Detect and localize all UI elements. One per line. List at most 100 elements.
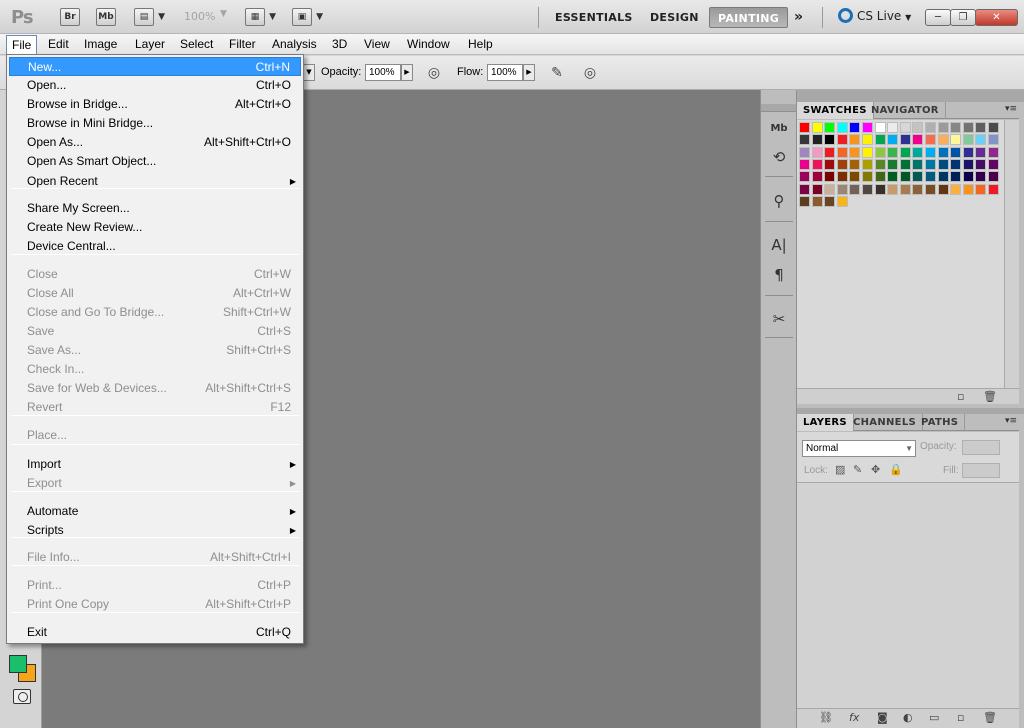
color-swatch[interactable]: [836, 134, 848, 146]
color-swatch[interactable]: [887, 122, 899, 133]
color-swatch[interactable]: [887, 158, 899, 170]
color-swatch[interactable]: [874, 146, 886, 158]
menu-item-device-central[interactable]: Device Central...: [9, 237, 301, 256]
minimize-button[interactable]: ─: [925, 9, 951, 26]
color-swatch[interactable]: [862, 183, 873, 195]
flow-slider-arrow[interactable]: ▶: [523, 64, 535, 81]
lock-position-icon[interactable]: ✥: [871, 463, 880, 476]
color-swatch[interactable]: [836, 158, 848, 170]
color-swatch[interactable]: [862, 171, 873, 183]
color-swatch[interactable]: [950, 171, 962, 183]
color-swatch[interactable]: [824, 171, 836, 183]
color-swatch[interactable]: [950, 183, 962, 195]
menu-item-automate[interactable]: Automate ▶: [9, 502, 301, 521]
lock-image-icon[interactable]: ✎: [853, 463, 862, 476]
color-swatch[interactable]: [988, 146, 999, 158]
tab-channels[interactable]: CHANNELS: [847, 414, 923, 431]
menu-item-open-as-smart-object[interactable]: Open As Smart Object...: [9, 152, 301, 171]
tab-layers[interactable]: LAYERS: [797, 414, 854, 431]
zoom-level[interactable]: 100%: [184, 10, 215, 23]
color-swatch[interactable]: [799, 122, 810, 133]
color-swatch[interactable]: [925, 134, 936, 146]
color-swatch[interactable]: [799, 183, 810, 195]
color-swatch[interactable]: [836, 195, 848, 207]
tablet-pressure-opacity-icon[interactable]: ◎: [424, 63, 444, 83]
color-swatch[interactable]: [836, 146, 848, 158]
dock-grip[interactable]: [761, 104, 797, 112]
trash-icon[interactable]: 🗑: [983, 711, 997, 724]
menu-filter[interactable]: Filter: [226, 37, 259, 51]
color-swatch[interactable]: [849, 134, 861, 146]
color-swatch[interactable]: [975, 171, 987, 183]
color-swatch[interactable]: [899, 134, 911, 146]
color-swatch[interactable]: [962, 183, 974, 195]
color-swatch[interactable]: [811, 122, 823, 133]
lock-transparent-icon[interactable]: ▨: [835, 463, 845, 476]
menu-3d[interactable]: 3D: [329, 37, 350, 51]
menu-item-share-my-screen[interactable]: Share My Screen...: [9, 199, 301, 218]
color-swatch[interactable]: [862, 134, 873, 146]
layer-style-icon[interactable]: fx: [849, 711, 859, 724]
color-swatch[interactable]: [988, 183, 999, 195]
airbrush-icon[interactable]: ✎: [547, 63, 567, 83]
color-swatch[interactable]: [912, 158, 924, 170]
color-swatch[interactable]: [824, 183, 836, 195]
foreground-color-swatch-top[interactable]: [9, 655, 27, 673]
tab-paths[interactable]: PATHS: [915, 414, 966, 431]
color-swatch[interactable]: [887, 183, 899, 195]
color-swatch[interactable]: [962, 171, 974, 183]
color-swatch[interactable]: [811, 146, 823, 158]
launch-mini-bridge-button[interactable]: Mb: [96, 8, 116, 26]
color-swatch[interactable]: [988, 122, 999, 133]
menu-view[interactable]: View: [361, 37, 393, 51]
new-swatch-icon[interactable]: ▫: [957, 390, 964, 403]
workspace-painting[interactable]: PAINTING: [709, 7, 789, 28]
trash-icon[interactable]: 🗑: [983, 390, 997, 403]
menu-window[interactable]: Window: [404, 37, 453, 51]
color-swatch[interactable]: [836, 171, 848, 183]
menu-item-scripts[interactable]: Scripts ▶: [9, 521, 301, 540]
color-swatch[interactable]: [937, 171, 949, 183]
menu-analysis[interactable]: Analysis: [269, 37, 320, 51]
opacity-slider-arrow[interactable]: ▶: [401, 64, 413, 81]
color-swatch[interactable]: [849, 122, 861, 133]
swatches-scrollbar[interactable]: [1004, 120, 1019, 388]
menu-item-create-new-review[interactable]: Create New Review...: [9, 218, 301, 237]
color-swatch[interactable]: [912, 122, 924, 133]
cs-live-button[interactable]: CS Live ▼: [838, 8, 911, 23]
color-swatch[interactable]: [811, 158, 823, 170]
color-swatch[interactable]: [811, 183, 823, 195]
menu-item-open-recent[interactable]: Open Recent ▶: [9, 172, 301, 191]
mode-dropdown-arrow[interactable]: ▼: [303, 64, 315, 81]
color-swatch[interactable]: [937, 183, 949, 195]
color-swatch[interactable]: [799, 171, 810, 183]
color-swatch[interactable]: [950, 146, 962, 158]
color-swatch[interactable]: [874, 158, 886, 170]
color-swatch[interactable]: [887, 146, 899, 158]
color-swatch[interactable]: [899, 158, 911, 170]
panel-grip[interactable]: [797, 90, 1024, 102]
layer-mask-icon[interactable]: ◙: [877, 711, 888, 724]
color-swatch[interactable]: [962, 122, 974, 133]
color-swatch[interactable]: [874, 134, 886, 146]
quick-mask-icon[interactable]: [13, 689, 31, 704]
color-swatch[interactable]: [849, 183, 861, 195]
color-swatch[interactable]: [937, 134, 949, 146]
color-swatch[interactable]: [925, 146, 936, 158]
color-swatch[interactable]: [836, 183, 848, 195]
launch-bridge-button[interactable]: Br: [60, 8, 80, 26]
color-swatch[interactable]: [950, 158, 962, 170]
color-swatch[interactable]: [874, 122, 886, 133]
workspace-design[interactable]: DESIGN: [642, 7, 707, 28]
character-icon[interactable]: A|: [767, 234, 791, 256]
paragraph-icon[interactable]: ¶: [767, 264, 791, 286]
color-swatch[interactable]: [899, 146, 911, 158]
color-swatch[interactable]: [937, 122, 949, 133]
color-swatch[interactable]: [849, 171, 861, 183]
color-swatch[interactable]: [912, 134, 924, 146]
new-group-icon[interactable]: ▭: [929, 711, 939, 724]
color-swatch[interactable]: [962, 134, 974, 146]
screen-mode-button[interactable]: ▣ ▼: [292, 8, 323, 26]
color-swatch[interactable]: [799, 134, 810, 146]
new-layer-icon[interactable]: ▫: [957, 711, 964, 724]
